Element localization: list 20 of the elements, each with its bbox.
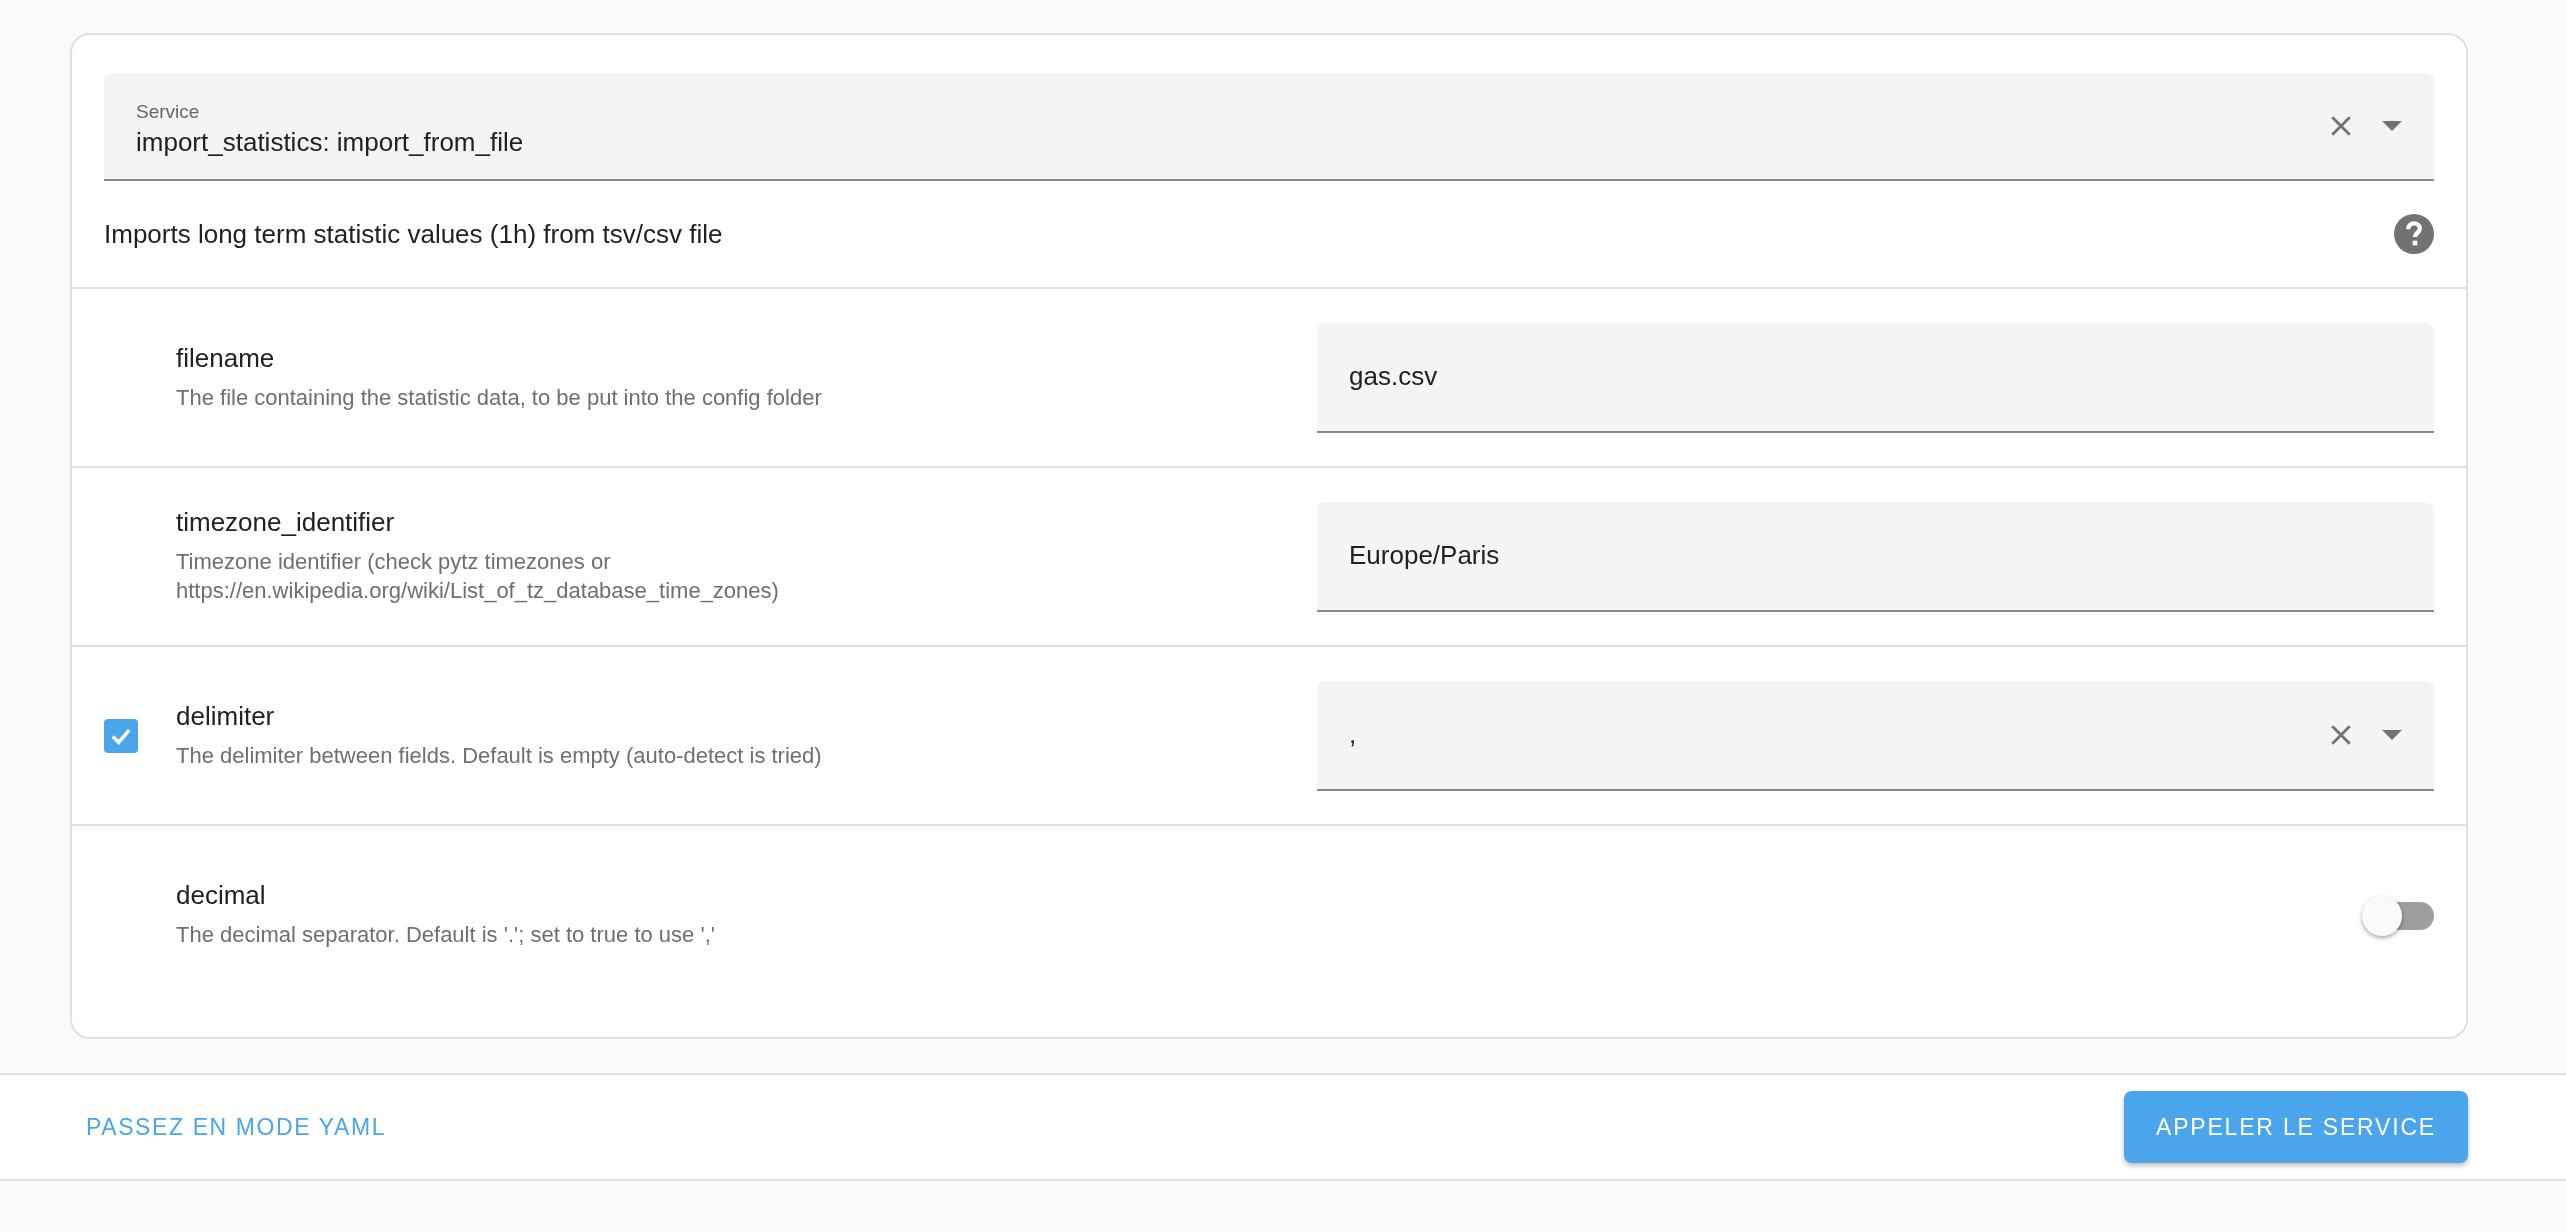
field-name: delimiter xyxy=(176,700,276,732)
help-icon[interactable] xyxy=(2394,214,2434,254)
checkbox[interactable] xyxy=(104,718,138,753)
input-field[interactable]: Europe/Paris xyxy=(1317,501,2434,612)
service-description: Imports long term statistic values (1h) from tsv/csv file xyxy=(104,218,723,250)
field-description: Timezone identifier (check pytz timezones or https://en.wikipedia.org/wiki/List_of_tz_database_time_zones) xyxy=(176,548,780,605)
field-name: decimal xyxy=(176,879,267,911)
field-description: The delimiter between fields. Default is empty (auto-detect is tried) xyxy=(176,741,823,770)
caret-icon[interactable] xyxy=(2382,121,2402,131)
field-description: The decimal separator. Default is '.'; set to true to use ',' xyxy=(176,920,716,949)
field-value: import_statistics: import_from_file xyxy=(136,126,525,158)
field-description: The file containing the statistic data, to be put into the config folder xyxy=(176,383,823,412)
field-name: filename xyxy=(176,342,276,374)
field-label: Service xyxy=(136,100,201,123)
toggle-switch[interactable] xyxy=(2362,894,2434,935)
field-name: timezone_identifier xyxy=(176,507,396,539)
input-field[interactable]: gas.csv xyxy=(1317,322,2434,433)
service-select[interactable]: Service import_statistics: import_from_file xyxy=(104,73,2434,181)
select-field[interactable]: , xyxy=(1317,680,2434,791)
caret-icon[interactable] xyxy=(2382,729,2402,740)
